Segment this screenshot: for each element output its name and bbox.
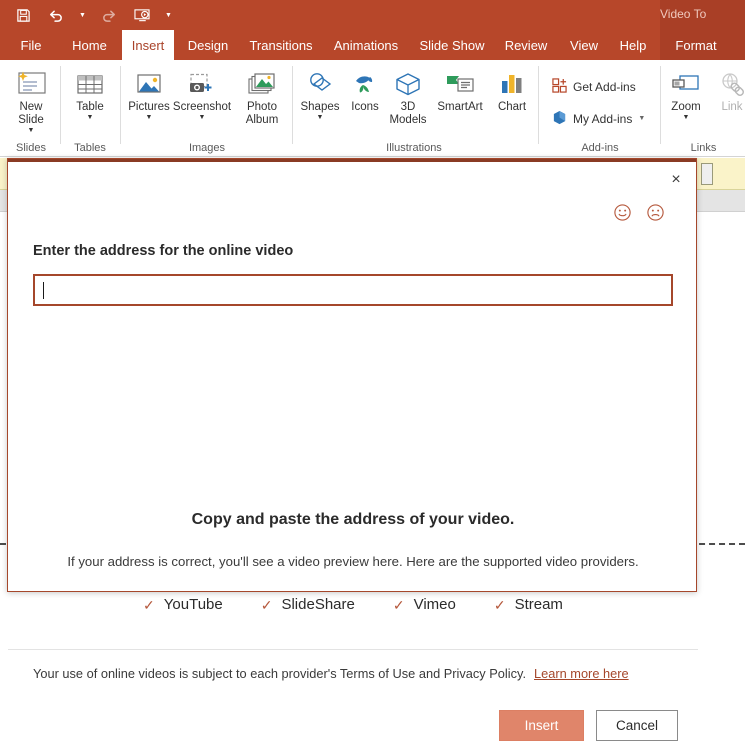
tab-slide-show[interactable]: Slide Show <box>412 30 492 60</box>
check-icon: ✓ <box>260 596 273 613</box>
ribbon-group-separator <box>120 66 121 144</box>
dialog-action-buttons: Insert Cancel <box>8 710 698 741</box>
learn-more-link[interactable]: Learn more here <box>534 666 629 681</box>
check-icon: ✓ <box>493 596 506 613</box>
insert-online-video-dialog: × Enter the address for the online video… <box>7 158 698 741</box>
window-title: Video To <box>660 7 707 21</box>
tab-home[interactable]: Home <box>62 30 117 60</box>
tab-file[interactable]: File <box>10 30 52 60</box>
dialog-subtext: If your address is correct, you'll see a… <box>67 554 639 569</box>
undo-icon[interactable] <box>45 4 67 26</box>
save-icon[interactable] <box>12 4 34 26</box>
ribbon-group-tables-label: Tables <box>74 142 106 154</box>
tab-design[interactable]: Design <box>181 30 235 60</box>
ribbon-group-slides-label: Slides <box>16 142 46 154</box>
ribbon-group-slides: Slides <box>2 60 60 156</box>
check-icon: ✓ <box>143 596 155 613</box>
ribbon-group-illustrations: Illustrations <box>294 60 534 156</box>
legal-notice: Your use of online videos is subject to … <box>33 663 673 684</box>
check-icon: ✓ <box>392 596 405 613</box>
ribbon-group-separator <box>538 66 539 144</box>
legal-notice-text: Your use of online videos is subject to … <box>33 666 526 681</box>
feedback-controls <box>613 203 665 222</box>
online-video-address-input[interactable] <box>33 274 673 306</box>
ribbon: New Slide ▼ Slides Table ▼ Tables Pictur… <box>0 60 745 157</box>
tab-help[interactable]: Help <box>612 30 654 60</box>
ribbon-group-addins: Add-ins <box>540 60 660 156</box>
dialog-heading: Copy and paste the address of your video… <box>191 511 515 528</box>
feedback-smile-icon[interactable] <box>613 203 632 222</box>
ribbon-group-images-label: Images <box>188 142 226 154</box>
ribbon-group-illustrations-label: Illustrations <box>386 142 442 154</box>
tab-insert[interactable]: Insert <box>122 30 174 60</box>
ribbon-group-images: Images <box>122 60 292 156</box>
notification-bar-button[interactable] <box>701 163 713 185</box>
slideshow-icon[interactable] <box>131 4 153 26</box>
quick-access-toolbar: ▼ ▼ <box>12 0 173 30</box>
ribbon-group-separator <box>60 66 61 144</box>
powerpoint-window: ▼ ▼ Video To File Home Insert Design Tra… <box>0 0 745 741</box>
dialog-accent-bar <box>8 159 696 162</box>
feedback-frown-icon[interactable] <box>646 203 665 222</box>
ribbon-group-addins-label: Add-ins <box>581 142 619 154</box>
ribbon-group-separator <box>292 66 293 144</box>
cancel-button[interactable]: Cancel <box>596 710 678 741</box>
tab-animations[interactable]: Animations <box>325 30 407 60</box>
dialog-divider <box>8 649 698 650</box>
close-icon[interactable]: × <box>663 168 689 192</box>
ribbon-group-separator <box>660 66 661 144</box>
tab-transitions[interactable]: Transitions <box>240 30 322 60</box>
address-field-label: Enter the address for the online video <box>33 243 294 259</box>
redo-icon[interactable] <box>98 4 120 26</box>
undo-dropdown-chevron-down-icon[interactable]: ▼ <box>78 4 87 26</box>
tab-format[interactable]: Format <box>668 30 724 60</box>
tab-view[interactable]: View <box>562 30 606 60</box>
ribbon-group-links-label: Links <box>690 142 717 154</box>
ribbon-group-links: Links <box>662 60 745 156</box>
ribbon-group-tables: Tables <box>62 60 118 156</box>
text-cursor <box>43 281 44 299</box>
customize-qat-chevron-down-icon[interactable]: ▼ <box>164 4 173 26</box>
tab-review[interactable]: Review <box>498 30 554 60</box>
insert-button[interactable]: Insert <box>499 710 584 741</box>
